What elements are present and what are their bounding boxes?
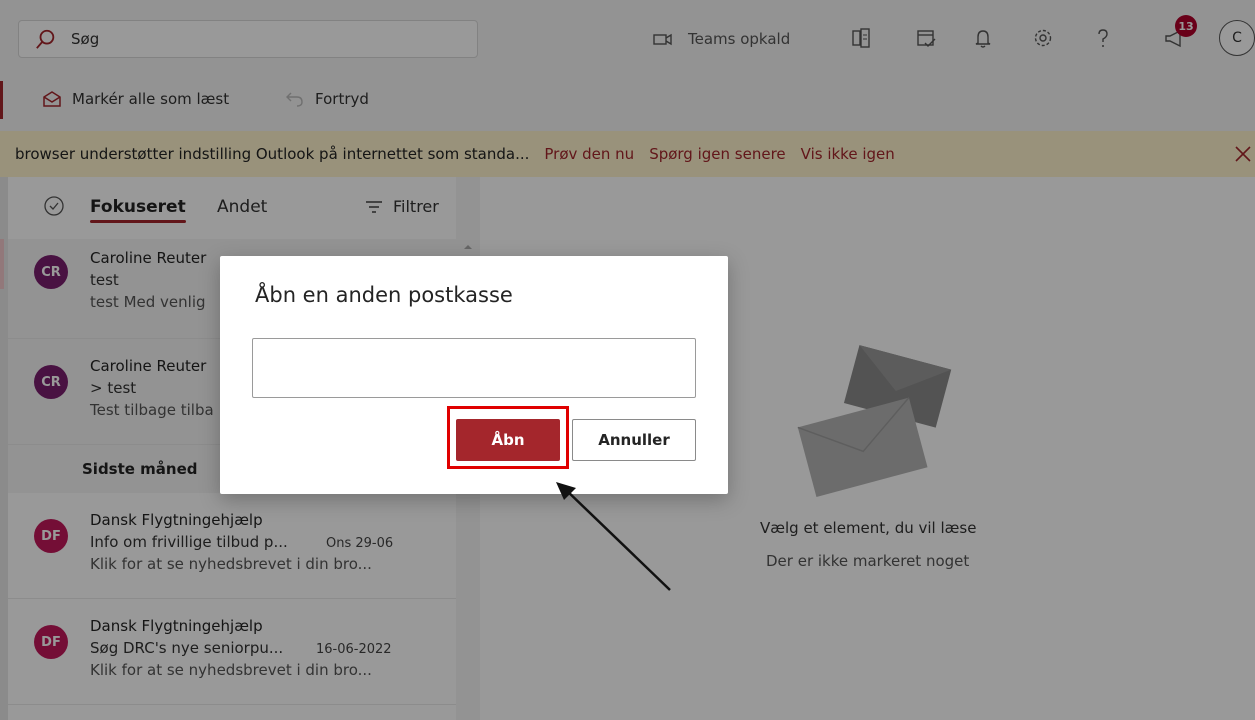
cancel-button[interactable]: Annuller [572, 419, 696, 461]
mailbox-input[interactable] [252, 338, 696, 398]
open-mailbox-dialog: Åbn en anden postkasse Åbn Annuller [220, 256, 728, 494]
annotation-arrow-icon [556, 482, 671, 591]
open-button[interactable]: Åbn [456, 419, 560, 461]
dialog-title: Åbn en anden postkasse [255, 283, 513, 307]
